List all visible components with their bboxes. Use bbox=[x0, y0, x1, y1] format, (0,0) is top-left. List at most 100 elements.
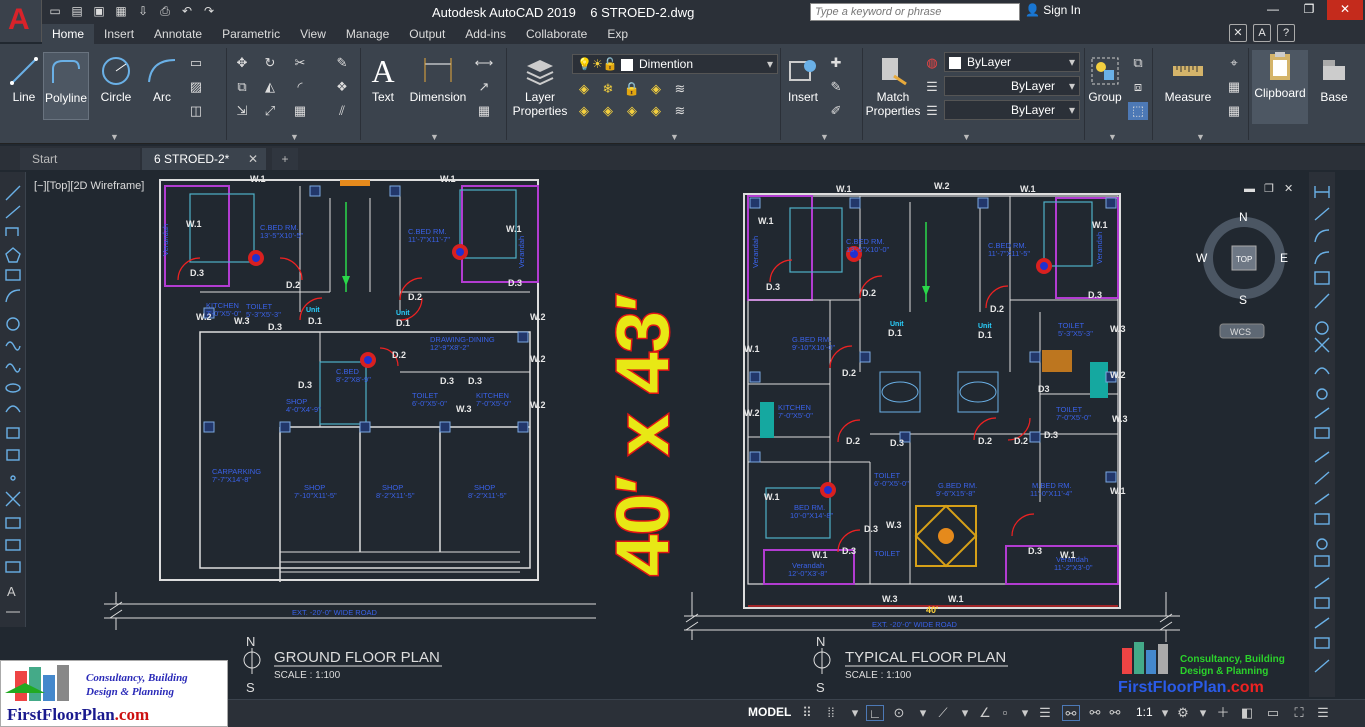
lineweight-toggle-icon[interactable]: ☰ bbox=[1036, 705, 1054, 721]
help-icon[interactable]: ? bbox=[1277, 24, 1295, 42]
clean-screen-icon[interactable]: ⛶ bbox=[1290, 705, 1308, 721]
hardware-acceleration-icon[interactable]: ▭ bbox=[1264, 705, 1282, 721]
block-expand-icon[interactable]: ▼ bbox=[820, 132, 829, 142]
create-block-icon[interactable]: ✚ bbox=[826, 54, 846, 72]
exchange-icon[interactable]: ✕ bbox=[1229, 24, 1247, 42]
group-select-icon[interactable]: ⬚ bbox=[1128, 102, 1148, 120]
text-button[interactable]: A Text bbox=[366, 54, 400, 104]
customize-icon[interactable]: ☰ bbox=[1314, 705, 1332, 721]
erase-icon[interactable]: ✎ bbox=[332, 54, 352, 72]
explode-icon[interactable]: ❖ bbox=[332, 78, 352, 96]
annotation-scale-icon[interactable]: ⚯ bbox=[1106, 705, 1124, 721]
color-dropdown[interactable]: ByLayer bbox=[944, 52, 1080, 72]
search-input[interactable]: Type a keyword or phrase bbox=[810, 3, 1020, 21]
wcs-button[interactable]: WCS bbox=[1230, 327, 1251, 337]
tab-home[interactable]: Home bbox=[42, 24, 95, 44]
file-tab-drawing[interactable]: 6 STROED-2* ✕ bbox=[142, 148, 266, 170]
fillet-icon[interactable]: ◜ bbox=[290, 78, 310, 96]
minimize-icon[interactable]: — bbox=[1255, 0, 1291, 20]
layer-merge-icon[interactable]: ≋ bbox=[670, 102, 690, 120]
viewport-minimize-icon[interactable]: ▬ bbox=[1244, 183, 1255, 195]
isodraft-icon[interactable]: ⟋ bbox=[934, 705, 952, 721]
workspace-gear-icon[interactable]: ⚙ bbox=[1174, 705, 1192, 721]
clipboard-button[interactable]: Clipboard bbox=[1252, 50, 1308, 124]
restore-icon[interactable]: ❐ bbox=[1291, 0, 1327, 20]
group-button[interactable]: Group bbox=[1086, 54, 1124, 104]
redo-icon[interactable]: ↷ bbox=[200, 3, 218, 19]
groups-expand-icon[interactable]: ▼ bbox=[1108, 132, 1117, 142]
line-button[interactable]: Line bbox=[6, 54, 42, 104]
add-icon[interactable]: ＋ bbox=[1214, 705, 1232, 721]
lineweight-dropdown[interactable]: ByLayer bbox=[944, 100, 1080, 120]
polar-dropdown-icon[interactable]: ▾ bbox=[914, 705, 932, 721]
workspace-dropdown-icon[interactable]: ▾ bbox=[1194, 705, 1212, 721]
color-wheel-icon[interactable]: ◍ bbox=[922, 54, 942, 72]
arc-button[interactable]: Arc bbox=[144, 54, 180, 104]
properties-expand-icon[interactable]: ▼ bbox=[962, 132, 971, 142]
sign-in-button[interactable]: 👤 Sign In bbox=[1025, 3, 1081, 17]
layer-dropdown[interactable]: 💡☀🔓 Dimention bbox=[572, 54, 778, 74]
tab-manage[interactable]: Manage bbox=[336, 24, 399, 44]
tab-add-ins[interactable]: Add-ins bbox=[455, 24, 516, 44]
viewcube-s[interactable]: S bbox=[1239, 293, 1247, 307]
file-tab-start[interactable]: Start bbox=[20, 148, 140, 170]
application-menu-button[interactable]: A bbox=[0, 0, 42, 42]
offset-icon[interactable]: ⫽ bbox=[332, 102, 352, 120]
tab-express[interactable]: Exp bbox=[597, 24, 638, 44]
annotation-expand-icon[interactable]: ▼ bbox=[430, 132, 439, 142]
web-open-icon[interactable]: ⇩ bbox=[134, 3, 152, 19]
linetype-icon[interactable]: ☰ bbox=[922, 78, 942, 96]
insert-button[interactable]: Insert bbox=[784, 54, 822, 104]
layers-expand-icon[interactable]: ▼ bbox=[670, 132, 679, 142]
layer-lock-icon[interactable]: 🔒 bbox=[622, 80, 642, 98]
rectangle-icon[interactable]: ▭ bbox=[186, 54, 206, 72]
base-button[interactable]: Base bbox=[1314, 54, 1354, 104]
viewcube-w[interactable]: W bbox=[1196, 251, 1208, 265]
dimension-button[interactable]: Dimension bbox=[406, 54, 470, 104]
object-snap-icon[interactable]: ▫ bbox=[996, 705, 1014, 721]
drawing-canvas[interactable]: W.1 W.1 W.1 W.1 D.3 D.2 D.2 D.3 W.2 W.3 D.3 D.… bbox=[30, 172, 1305, 698]
ortho-icon[interactable]: ∟ bbox=[866, 705, 884, 721]
isolate-objects-icon[interactable]: ◧ bbox=[1238, 705, 1256, 721]
measure-button[interactable]: Measure bbox=[1158, 54, 1218, 104]
match-properties-button[interactable]: Match Properties bbox=[864, 54, 922, 118]
autodesk-a360-icon[interactable]: A bbox=[1253, 24, 1271, 42]
tab-output[interactable]: Output bbox=[399, 24, 455, 44]
layer-off-icon[interactable]: ◈ bbox=[622, 102, 642, 120]
grid-icon[interactable]: ⠿ bbox=[798, 705, 816, 721]
leader-icon[interactable]: ↗ bbox=[474, 78, 494, 96]
id-point-icon[interactable]: ▦ bbox=[1224, 102, 1244, 120]
layer-iso-icon[interactable]: ◈ bbox=[646, 80, 666, 98]
layer-prev-icon[interactable]: ◈ bbox=[598, 102, 618, 120]
calculator-icon[interactable]: ▦ bbox=[1224, 78, 1244, 96]
tab-view[interactable]: View bbox=[290, 24, 336, 44]
group-edit-icon[interactable]: ⧈ bbox=[1128, 78, 1148, 96]
linetype-dropdown[interactable]: ByLayer bbox=[944, 76, 1080, 96]
utilities-expand-icon[interactable]: ▼ bbox=[1196, 132, 1205, 142]
layer-walk-icon[interactable]: ≋ bbox=[670, 80, 690, 98]
polar-icon[interactable]: ⊙ bbox=[890, 705, 908, 721]
linear-dim-icon[interactable]: ⟷ bbox=[474, 54, 494, 72]
new-tab-button[interactable]: + bbox=[272, 148, 298, 170]
auto-scale-icon[interactable]: ⚯ bbox=[1086, 705, 1104, 721]
annotation-scale[interactable]: 1:1 bbox=[1136, 705, 1153, 719]
quick-select-icon[interactable]: ⌖ bbox=[1224, 54, 1244, 72]
viewport-close-icon[interactable]: ✕ bbox=[1284, 183, 1293, 195]
layer-match-icon[interactable]: ◈ bbox=[574, 102, 594, 120]
layer-tool-icon[interactable]: ◈ bbox=[574, 80, 594, 98]
modify-expand-icon[interactable]: ▼ bbox=[290, 132, 299, 142]
copy-icon[interactable]: ⧉ bbox=[232, 78, 252, 96]
viewcube[interactable]: TOP N S W E WCS bbox=[1196, 210, 1288, 339]
tab-insert[interactable]: Insert bbox=[94, 24, 144, 44]
edit-block-icon[interactable]: ✎ bbox=[826, 78, 846, 96]
tab-annotate[interactable]: Annotate bbox=[144, 24, 212, 44]
stretch-icon[interactable]: ⇲ bbox=[232, 102, 252, 120]
rotate-icon[interactable]: ↻ bbox=[260, 54, 280, 72]
tab-collaborate[interactable]: Collaborate bbox=[516, 24, 597, 44]
snap-dropdown-icon[interactable]: ▾ bbox=[846, 705, 864, 721]
viewcube-n[interactable]: N bbox=[1239, 210, 1248, 224]
trim-icon[interactable]: ✂ bbox=[290, 54, 310, 72]
layer-on-icon[interactable]: ◈ bbox=[646, 102, 666, 120]
isodraft-dropdown-icon[interactable]: ▾ bbox=[956, 705, 974, 721]
undo-icon[interactable]: ↶ bbox=[178, 3, 196, 19]
